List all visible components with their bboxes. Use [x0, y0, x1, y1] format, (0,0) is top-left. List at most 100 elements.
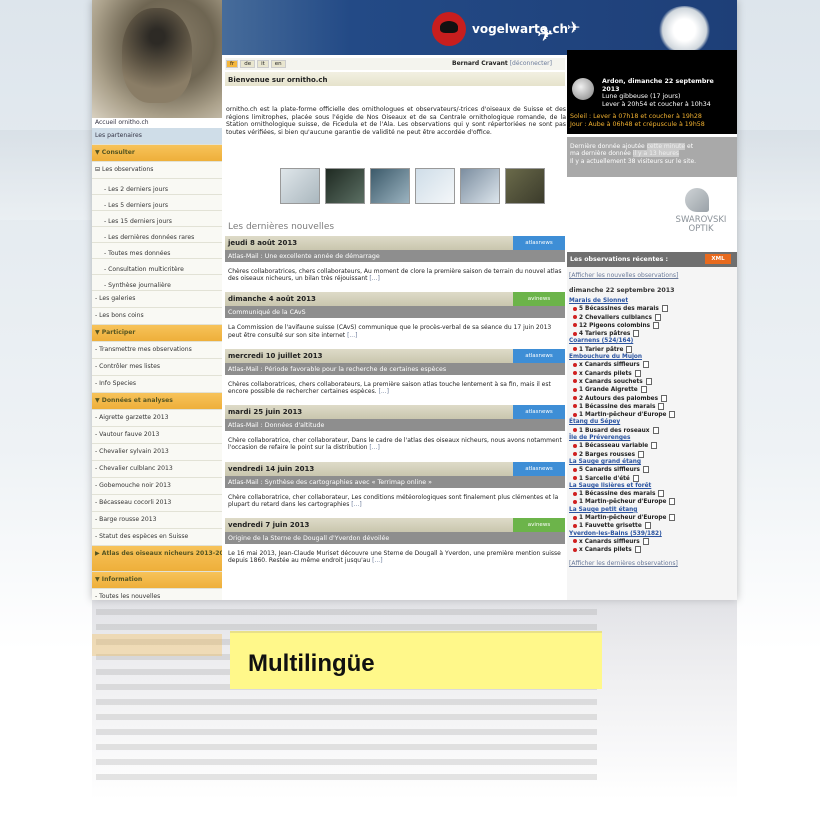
observation-location[interactable]: Yverdon-les-Bains (539/182): [567, 531, 737, 538]
observation-row[interactable]: 1 Bécasseau variable: [567, 442, 737, 450]
nav-item[interactable]: - Gobemouche noir 2013: [92, 478, 222, 495]
nav-bons-coins[interactable]: - Les bons coins: [92, 308, 222, 325]
observation-row[interactable]: x Canards pilets: [567, 369, 737, 378]
news-subtitle[interactable]: Origine de la Sterne de Dougall d'Yverdo…: [225, 532, 565, 545]
news-subtitle[interactable]: Atlas-Mail : Période favorable pour la r…: [225, 362, 565, 375]
nav-item[interactable]: - Statut des espèces en Suisse: [92, 529, 222, 546]
observation-row[interactable]: 1 Tarier pâtre: [567, 345, 737, 354]
observation-row[interactable]: 1 Martin-pêcheur d'Europe: [567, 514, 737, 522]
bird-thumbnail[interactable]: [460, 168, 500, 204]
observation-location[interactable]: La Sauge lisières et forêt: [567, 483, 737, 490]
observation-row[interactable]: 2 Chevaliers culblancs: [567, 313, 737, 322]
note-icon[interactable]: [626, 345, 633, 353]
news-tag[interactable]: atlasnews: [513, 405, 565, 420]
sponsor-logo-text[interactable]: SWAROVSKI OPTIK: [667, 216, 735, 234]
nav-section-participer[interactable]: ▼ Participer: [92, 325, 222, 342]
note-icon[interactable]: [651, 442, 658, 450]
nav-home-link[interactable]: Accueil ornitho.ch: [92, 118, 222, 128]
nav-item[interactable]: - Les 2 derniers jours: [92, 179, 222, 195]
vogelwarte-logo-icon[interactable]: [432, 12, 466, 46]
read-more-link[interactable]: [...]: [372, 557, 382, 564]
nav-item[interactable]: - Toutes mes données: [92, 243, 222, 259]
nav-item[interactable]: - Aigrette garzette 2013: [92, 410, 222, 427]
observation-location[interactable]: Étang du Sépey: [567, 419, 737, 426]
read-more-link[interactable]: [...]: [369, 444, 379, 451]
nav-item[interactable]: - Les dernières données rares: [92, 227, 222, 243]
observation-row[interactable]: x Canards pilets: [567, 546, 737, 554]
news-tag[interactable]: atlasnews: [513, 236, 565, 250]
note-icon[interactable]: [669, 411, 676, 419]
observation-row[interactable]: 1 Martin-pêcheur d'Europe: [567, 498, 737, 506]
observation-row[interactable]: 1 Bécassine des marais: [567, 490, 737, 498]
nav-item[interactable]: - Bécasseau cocorli 2013: [92, 495, 222, 512]
observation-location[interactable]: Marais de Sionnet: [567, 298, 737, 305]
lang-en[interactable]: en: [270, 60, 286, 68]
nav-item[interactable]: - Contrôler mes listes: [92, 359, 222, 376]
read-more-link[interactable]: [...]: [369, 275, 379, 282]
news-subtitle[interactable]: Communiqué de la CAvS: [225, 306, 565, 319]
nav-item[interactable]: - Synthèse journalière: [92, 275, 222, 291]
observation-row[interactable]: 1 Fauvette grisette: [567, 522, 737, 530]
observation-location[interactable]: Île de Préverenges: [567, 435, 737, 442]
observation-row[interactable]: 12 Pigeons colombins: [567, 321, 737, 330]
lang-it[interactable]: it: [257, 60, 269, 68]
observation-row[interactable]: 1 Bécassine des marais: [567, 402, 737, 411]
note-icon[interactable]: [658, 402, 665, 410]
observation-row[interactable]: 5 Canards siffleurs: [567, 466, 737, 474]
observation-location[interactable]: La Sauge petit étang: [567, 507, 737, 514]
note-icon[interactable]: [634, 546, 641, 554]
bird-thumbnail[interactable]: [325, 168, 365, 204]
observation-row[interactable]: x Canards siffleurs: [567, 537, 737, 546]
note-icon[interactable]: [661, 394, 668, 402]
observation-row[interactable]: 2 Barges rousses: [567, 450, 737, 459]
news-tag[interactable]: atlasnews: [513, 348, 565, 363]
read-more-link[interactable]: [...]: [347, 332, 357, 339]
observation-location[interactable]: Coarnens (524/164): [567, 338, 737, 345]
observation-row[interactable]: 5 Bécassines des marais: [567, 305, 737, 313]
xml-feed-button[interactable]: XML: [705, 254, 731, 264]
news-subtitle[interactable]: Atlas-Mail : Données d'altitude: [225, 419, 565, 432]
nav-section-donnees[interactable]: ▼ Données et analyses: [92, 393, 222, 410]
nav-section-consulter[interactable]: ▼ Consulter: [92, 145, 222, 162]
observation-row[interactable]: 4 Tariers pâtres: [567, 330, 737, 338]
nav-observations[interactable]: ⊟ Les observations: [92, 162, 222, 179]
logout-link[interactable]: [déconnecter]: [510, 60, 552, 67]
note-icon[interactable]: [654, 313, 661, 321]
nav-item[interactable]: - Les 15 derniers jours: [92, 211, 222, 227]
read-more-link[interactable]: [...]: [379, 388, 389, 395]
observation-row[interactable]: 1 Sarcelle d'été: [567, 474, 737, 483]
note-icon[interactable]: [642, 361, 649, 369]
note-icon[interactable]: [653, 321, 660, 329]
note-icon[interactable]: [669, 514, 676, 522]
observation-row[interactable]: 1 Grande Aigrette: [567, 386, 737, 394]
note-icon[interactable]: [633, 330, 640, 338]
note-icon[interactable]: [632, 474, 639, 482]
nav-item[interactable]: - Toutes les nouvelles: [92, 589, 222, 600]
observation-location[interactable]: La Sauge grand étang: [567, 459, 737, 466]
lang-fr[interactable]: fr: [226, 60, 239, 68]
nav-section-information[interactable]: ▼ Information: [92, 572, 222, 589]
news-subtitle[interactable]: Atlas-Mail : Synthèse des cartographies …: [225, 475, 565, 488]
note-icon[interactable]: [638, 450, 645, 458]
note-icon[interactable]: [652, 426, 659, 434]
note-icon[interactable]: [645, 377, 652, 385]
nav-galleries[interactable]: - Les galeries: [92, 291, 222, 308]
news-tag[interactable]: atlasnews: [513, 461, 565, 476]
observation-row[interactable]: 2 Autours des palombes: [567, 394, 737, 403]
lang-de[interactable]: de: [240, 60, 256, 68]
note-icon[interactable]: [640, 386, 647, 394]
nav-item[interactable]: - Les 5 derniers jours: [92, 195, 222, 211]
note-icon[interactable]: [658, 490, 665, 498]
note-icon[interactable]: [669, 498, 676, 506]
observation-row[interactable]: x Canards siffleurs: [567, 361, 737, 369]
observation-row[interactable]: x Canards souchets: [567, 377, 737, 386]
observation-row[interactable]: 1 Busard des roseaux: [567, 426, 737, 435]
nav-item[interactable]: - Chevalier sylvain 2013: [92, 444, 222, 461]
news-subtitle[interactable]: Atlas-Mail : Une excellente année de dém…: [225, 250, 565, 262]
bird-thumbnail[interactable]: [505, 168, 545, 204]
bird-thumbnail[interactable]: [280, 168, 320, 204]
nav-item[interactable]: - Transmettre mes observations: [92, 342, 222, 359]
news-tag[interactable]: avinews: [513, 292, 565, 307]
note-icon[interactable]: [643, 466, 650, 474]
nav-partners[interactable]: Les partenaires: [92, 128, 222, 145]
